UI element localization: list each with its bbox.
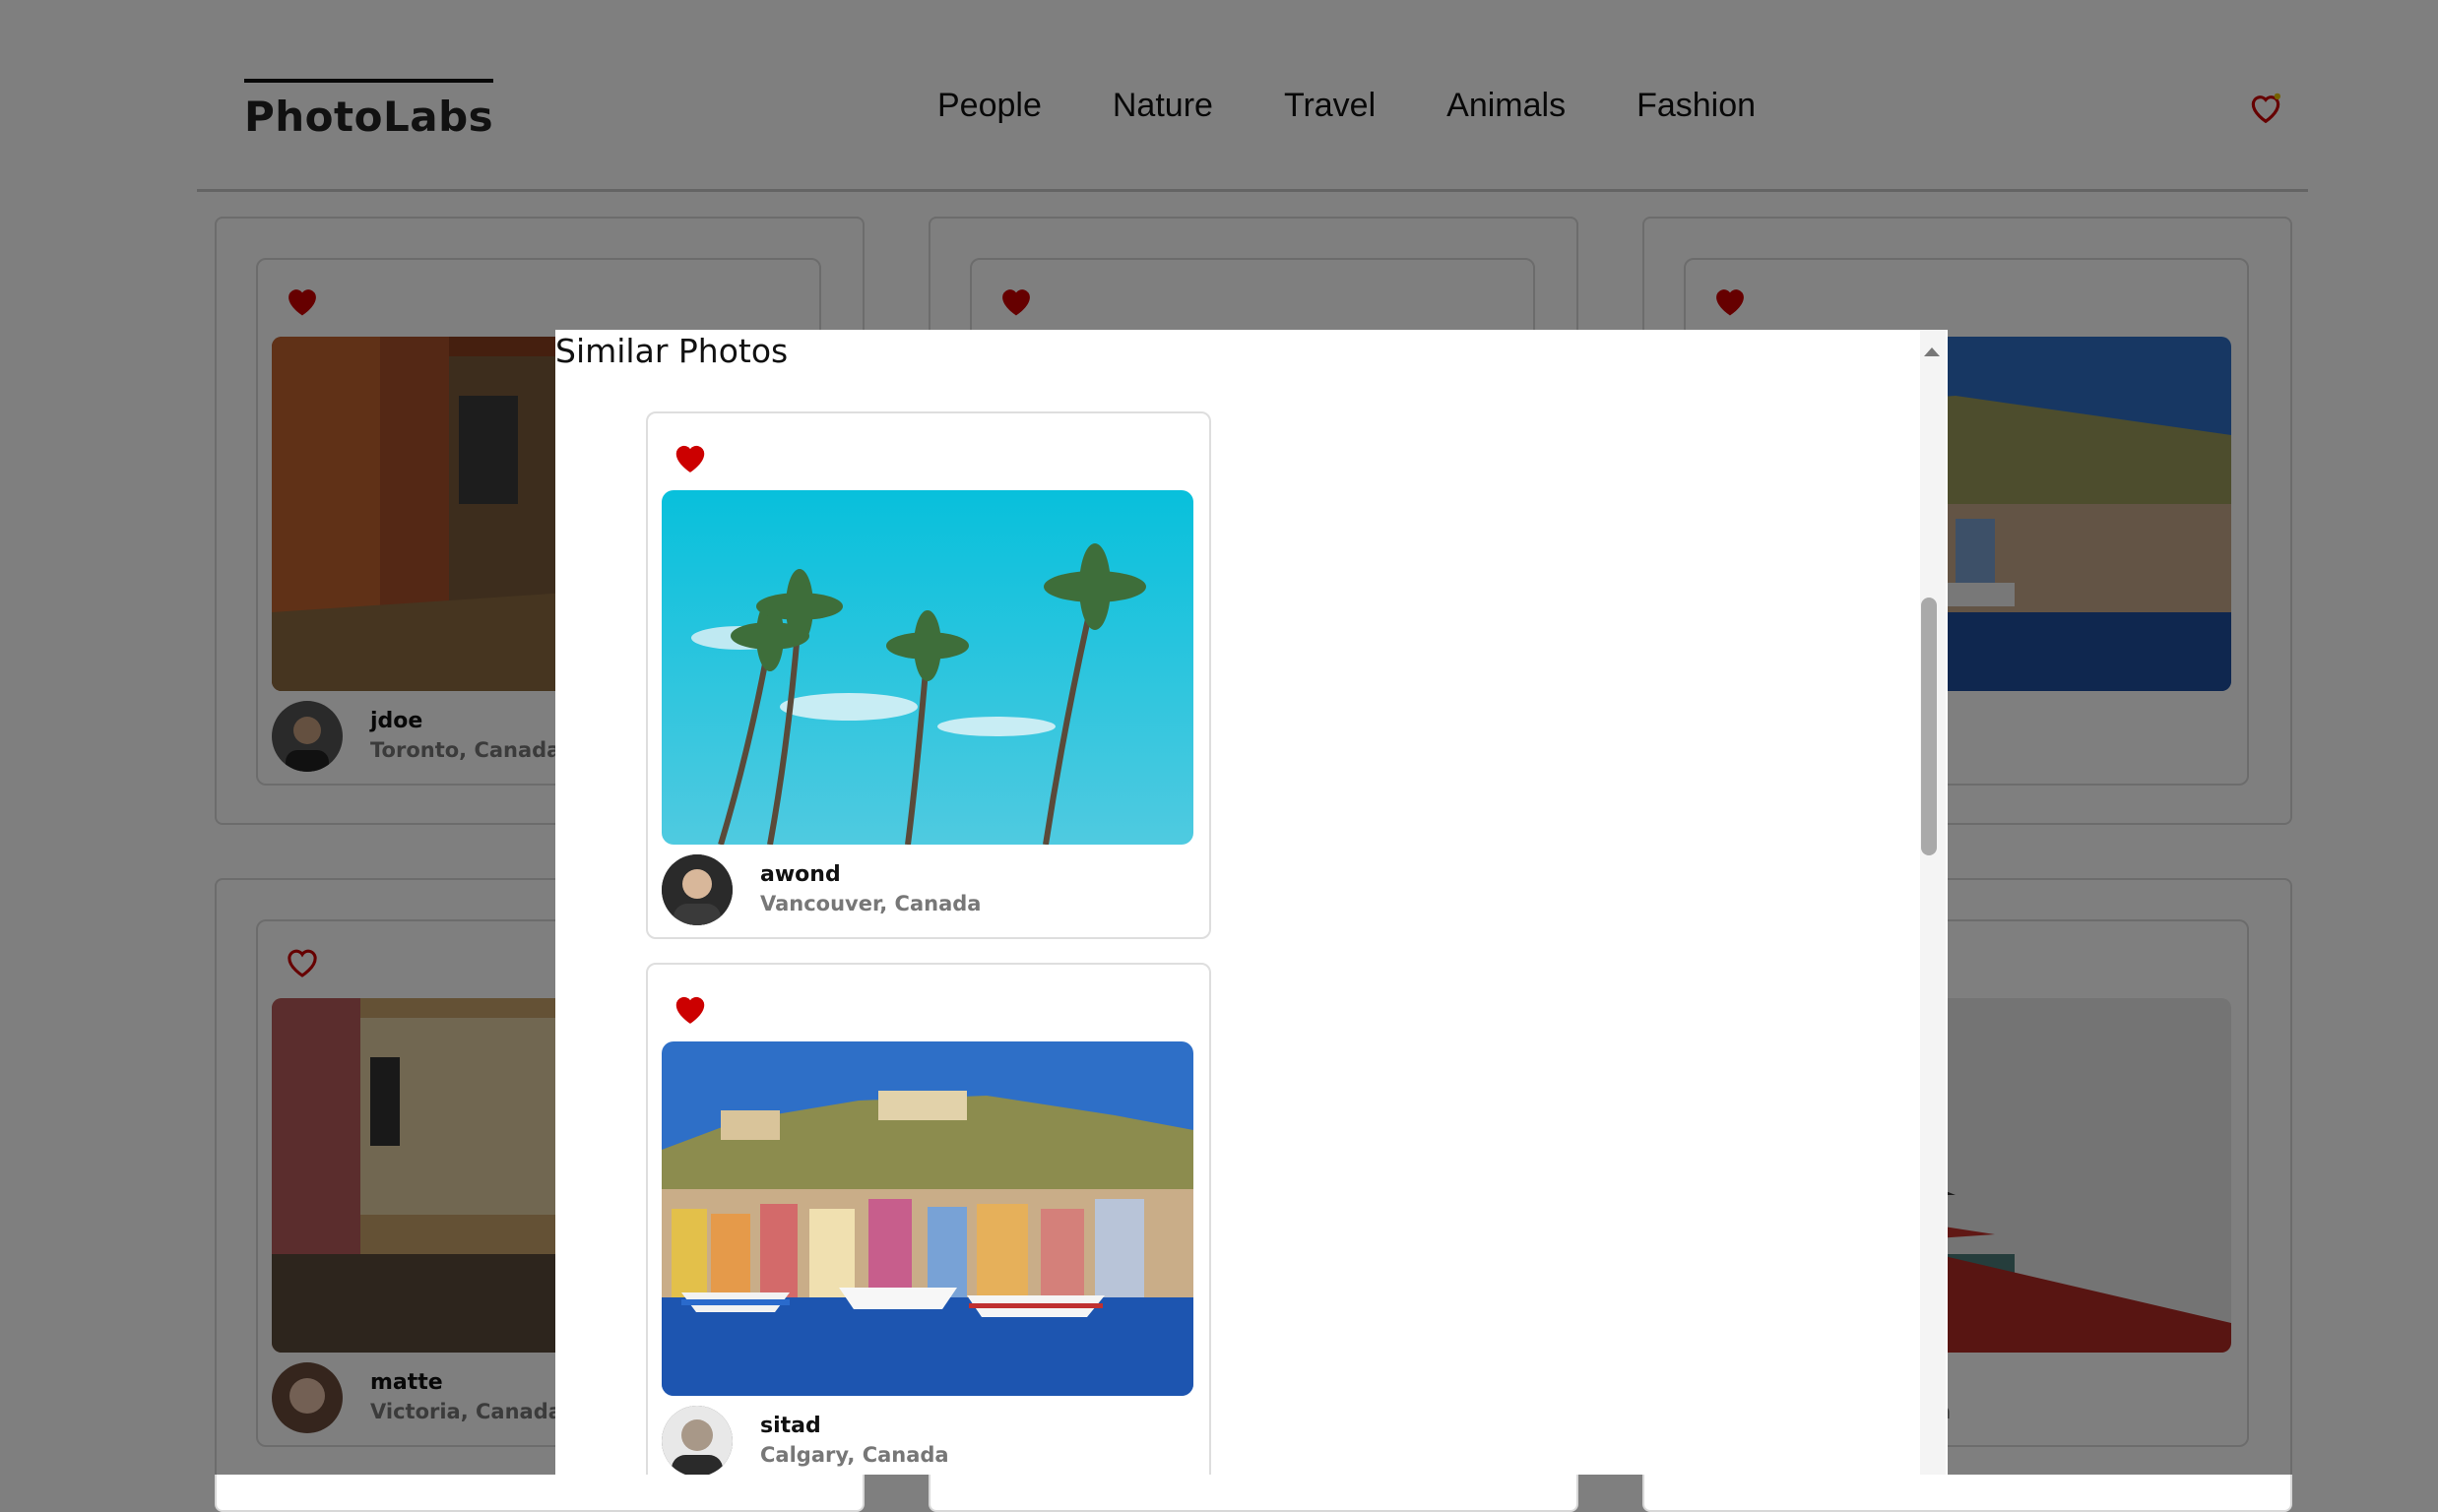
- modal-title: Similar Photos: [555, 332, 789, 370]
- scrollbar[interactable]: [1920, 330, 1946, 1475]
- location: Vancouver, Canada: [760, 892, 982, 915]
- location: Calgary, Canada: [760, 1443, 949, 1467]
- heart-filled-icon[interactable]: [672, 990, 709, 1026]
- username: awond: [760, 862, 841, 887]
- avatar: [662, 854, 733, 925]
- scrollbar-thumb[interactable]: [1921, 598, 1937, 855]
- photo-card[interactable]: sitad Calgary, Canada: [646, 963, 1211, 1475]
- username: sitad: [760, 1414, 821, 1438]
- similar-photos-modal: Similar Photos awond Vancouver, Canada s…: [555, 330, 1948, 1475]
- avatar: [662, 1406, 733, 1475]
- photo-image[interactable]: [662, 1041, 1193, 1396]
- heart-filled-icon[interactable]: [672, 439, 709, 474]
- photo-card[interactable]: awond Vancouver, Canada: [646, 411, 1211, 939]
- photo-image[interactable]: [662, 490, 1193, 845]
- scroll-up-arrow-icon[interactable]: [1924, 347, 1940, 356]
